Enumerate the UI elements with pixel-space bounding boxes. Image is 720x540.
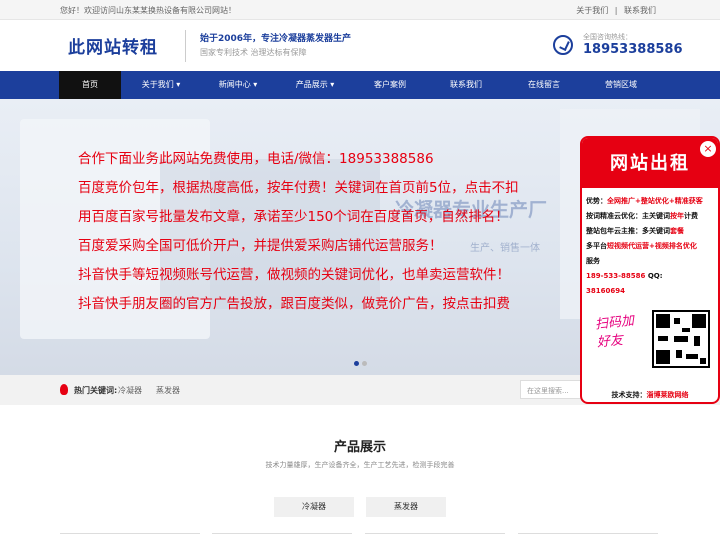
fire-icon [60,384,68,395]
ad-line: 用百度百家号批量发布文章，承诺至少150个词在百度首页，自然排名！ [78,209,509,225]
slider-dot[interactable] [362,361,367,366]
section-title: 产品展示 [333,440,386,455]
popup-title: 网站出租 [582,138,718,188]
ad-overlay: 合作下面业务此网站免费使用，电话/微信：18953388586 百度竞价包年，根… [78,145,519,319]
ad-line: 抖音快手朋友圈的官方广告投放，跟百度类似，做竞价广告，按点击扣费 [78,296,510,312]
slogan-main: 始于2006年，专注冷凝器蒸发器生产 [200,34,352,44]
popup-line: 按词精准云优化：主关键词按年计费 [586,212,698,220]
nav-contact[interactable]: 联系我们 [435,71,497,99]
popup-line: 多平台短视频代运营+视频排名优化 [586,242,697,250]
product-card-edge [365,533,505,534]
rental-ad-popup[interactable]: 网站出租 × 优势：全网推广+整站优化+精准获客 按词精准云优化：主关键词按年计… [580,136,720,404]
slogan-sub: 国家专利技术 治理达标有保障 [200,48,307,57]
top-link-contact[interactable]: 联系我们 [624,6,656,15]
popup-body: 优势：全网推广+整站优化+精准获客 按词精准云优化：主关键词按年计费 整站包年云… [586,194,718,299]
qr-code-icon [652,310,710,368]
product-card-edge [60,533,200,534]
phone-icon [553,35,573,55]
header-divider [185,30,186,62]
main-nav: 首页 关于我们 ▾ 新闻中心 ▾ 产品展示 ▾ 客户案例 联系我们 在线留言 营… [0,71,720,99]
top-bar: 您好！欢迎访问山东某某换热设备有限公司网站！ 关于我们 | 联系我们 [0,0,720,20]
ad-line: 百度爱采购全国可低价开户，并提供爱采购店铺代运营服务！ [78,238,443,254]
keyword-link[interactable]: 冷凝器 [118,385,142,396]
hotline-label: 全国咨询热线： [583,33,632,41]
popup-line: 38160694 [586,287,625,295]
ad-line: 百度竞价包年，根据热度高低，按年付费！关键词在首页前5位，点击不扣 [78,180,519,196]
popup-line: 189-533-88586 QQ: [586,272,663,280]
top-link-about[interactable]: 关于我们 [576,6,608,15]
nav-news[interactable]: 新闻中心 ▾ [207,71,269,99]
site-header: 此网站转租 始于2006年，专注冷凝器蒸发器生产 国家专利技术 治理达标有保障 … [0,20,720,71]
slider-dot-active[interactable] [354,361,359,366]
tab-condenser[interactable]: 冷凝器 [274,497,354,517]
popup-line: 服务 [586,257,600,265]
nav-message[interactable]: 在线留言 [513,71,575,99]
site-logo[interactable]: 此网站转租 [68,33,158,58]
nav-home[interactable]: 首页 [59,71,121,99]
tech-support: 技术支持：淄博莱欧网络 [611,391,689,399]
keyword-link[interactable]: 蒸发器 [156,385,180,396]
section-subtitle: 技术力量雄厚，生产设备齐全，生产工艺先进，检测手段完善 [265,461,455,469]
hotline-number: 18953388586 [583,42,683,57]
popup-line: 优势：全网推广+整站优化+精准获客 [586,197,703,205]
ad-line: 抖音快手等短视频账号代运营，做视频的关键词优化，也单卖运营软件！ [78,267,510,283]
product-card-edge [212,533,352,534]
ad-line: 合作下面业务此网站免费使用，电话/微信：18953388586 [78,151,434,167]
qr-caption: 扫码加好友 [594,313,635,351]
tab-evaporator[interactable]: 蒸发器 [366,497,446,517]
welcome-text: 您好！欢迎访问山东某某换热设备有限公司网站！ [60,6,236,15]
product-card-edge [518,533,658,534]
close-icon[interactable]: × [699,140,717,158]
nav-products[interactable]: 产品展示 ▾ [284,71,346,99]
hot-keywords-label: 热门关键词: [74,386,118,395]
nav-regions[interactable]: 营销区域 [590,71,652,99]
top-links: 关于我们 | 联系我们 [574,5,658,16]
popup-line: 整站包年云主推：多关键词套餐 [586,227,684,235]
top-link-separator: | [614,6,618,15]
nav-about[interactable]: 关于我们 ▾ [130,71,192,99]
nav-cases[interactable]: 客户案例 [359,71,421,99]
